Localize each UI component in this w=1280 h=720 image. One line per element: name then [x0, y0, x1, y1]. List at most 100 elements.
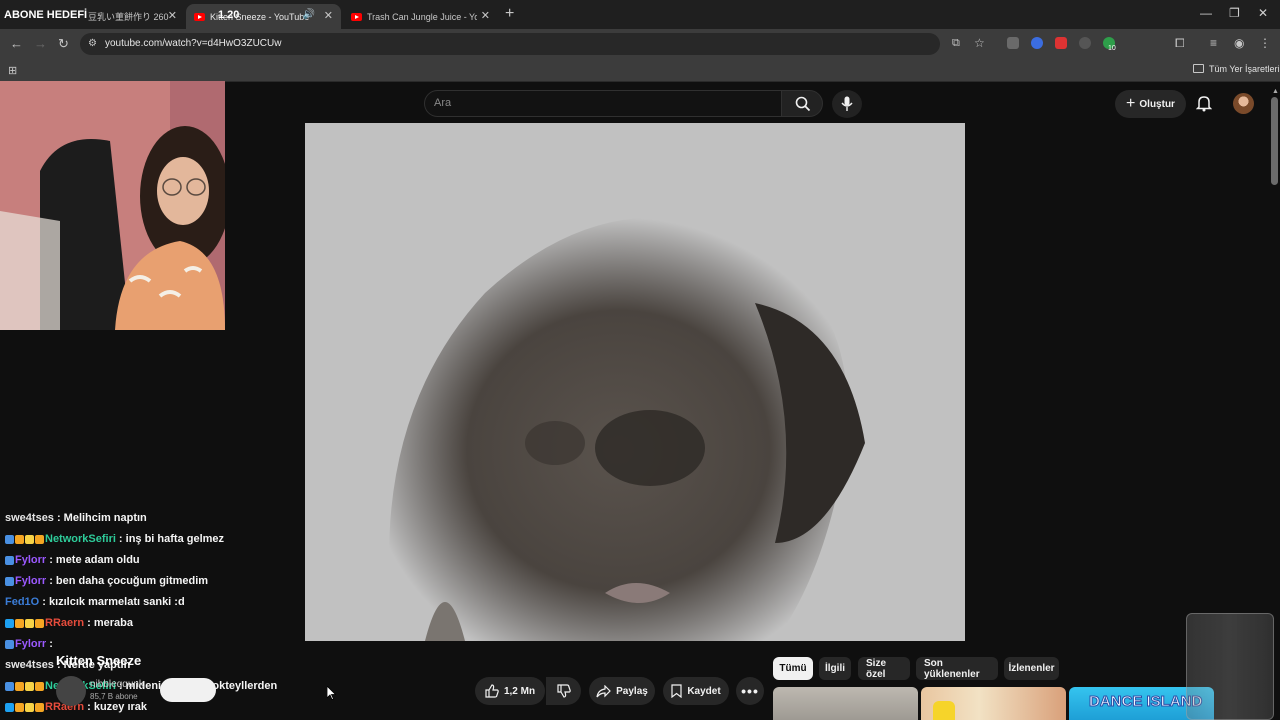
apps-grid-icon[interactable]: ⊞ [8, 64, 17, 77]
tab-2-close-icon[interactable]: ✕ [324, 9, 333, 22]
chat-text: : mete adam oldu [49, 554, 140, 566]
site-info-icon[interactable]: ⚙ [88, 38, 97, 49]
chat-badge-icon [35, 681, 44, 691]
chat-text: : [49, 638, 53, 650]
close-window-icon[interactable]: ✕ [1258, 6, 1268, 20]
chat-badge-icon [5, 681, 14, 691]
chat-badge-icon [25, 702, 34, 712]
all-bookmarks-link[interactable]: Tüm Yer İşaretleri [1209, 64, 1280, 74]
chat-badge-icon [5, 639, 14, 649]
streamer-webcam-image [0, 81, 225, 330]
chip-related[interactable]: İlgili [819, 657, 851, 680]
chat-badge-icon [15, 681, 24, 691]
subscriber-goal-label: ABONE HEDEFİ [4, 9, 88, 21]
save-button[interactable]: Kaydet [663, 677, 729, 705]
chat-message: Fed1O: kızılcık marmelatı sanki :d [5, 596, 185, 608]
extensions-puzzle-icon[interactable]: ⧠ [1175, 36, 1185, 51]
tab-3-close-icon[interactable]: ✕ [481, 9, 490, 22]
create-label: Oluştur [1139, 98, 1175, 110]
share-arrow-icon [596, 684, 611, 697]
chat-message: RRaern: meraba [5, 617, 133, 629]
save-bookmark-icon [671, 684, 682, 698]
menu-kebab-icon[interactable]: ⋮ [1259, 36, 1271, 50]
page-scrollbar-thumb[interactable] [1271, 97, 1278, 185]
chat-text: : ben daha çocuğum gitmedim [49, 575, 209, 587]
like-button[interactable]: 1,2 Mn [475, 677, 545, 705]
search-button[interactable] [781, 90, 823, 117]
tab-1-title: 豆乳い菫餅作り 260 [88, 12, 169, 22]
chat-username: Fylorr [15, 638, 47, 650]
tab-1-close-icon[interactable]: ✕ [168, 9, 177, 22]
chat-badge-icon [5, 576, 14, 586]
chip-recently-uploaded[interactable]: Son yüklenenler [916, 657, 998, 680]
tab-2[interactable]: Kitten Sneeze - YouTube 🔊 ✕ [186, 4, 341, 29]
profile-icon[interactable]: ◉ [1234, 36, 1244, 50]
extension-icon[interactable] [1007, 37, 1019, 49]
chat-badge-icon [25, 681, 34, 691]
bookmark-star-icon[interactable]: ☆ [974, 36, 985, 50]
chip-all[interactable]: Tümü [773, 657, 813, 680]
chip-for-you[interactable]: Size özel [858, 657, 910, 680]
voice-search-button[interactable] [832, 90, 862, 118]
subscribe-button[interactable] [160, 678, 216, 702]
chat-badge-icon [5, 555, 14, 565]
chat-username: Fed1O [5, 596, 40, 608]
chat-text: : inş bi hafta gelmez [118, 533, 225, 545]
channel-subscriber-count: 85,7 B abone [90, 692, 138, 701]
thumbs-up-icon [485, 684, 499, 698]
chat-text: : meraba [87, 617, 133, 629]
dislike-button[interactable] [546, 677, 581, 705]
extension-badge: 10 [1108, 45, 1116, 52]
chat-text: : kızılcık marmelatı sanki :d [42, 596, 185, 608]
video-title: Kitten Sneeze [56, 653, 142, 668]
account-avatar[interactable] [1233, 93, 1254, 114]
back-icon[interactable]: ← [10, 36, 23, 51]
recommended-video-thumbnail[interactable] [921, 687, 1066, 720]
subscriber-goal-value: 1 20 [218, 9, 240, 21]
chat-username: RRaern [45, 617, 85, 629]
url-text[interactable]: youtube.com/watch?v=d4HwO3ZUCUw [105, 38, 281, 49]
channel-avatar[interactable] [56, 676, 86, 706]
minimize-icon[interactable]: — [1200, 6, 1212, 20]
chip-watched[interactable]: İzlenenler [1004, 657, 1059, 680]
chat-text: : kuzey ırak [87, 701, 148, 713]
chat-message: Fylorr: [5, 638, 53, 650]
extension-icon[interactable] [1031, 37, 1043, 49]
share-button[interactable]: Paylaş [589, 677, 655, 705]
mouse-cursor-icon [327, 686, 336, 700]
video-frame-kitten [305, 123, 965, 641]
video-player[interactable] [305, 123, 965, 641]
tab-3-title: Trash Can Jungle Juice - YouTu [367, 11, 477, 22]
reload-icon[interactable]: ↻ [58, 36, 69, 52]
like-count: 1,2 Mn [503, 685, 536, 697]
folder-icon [1193, 64, 1204, 73]
more-actions-button[interactable]: ••• [736, 677, 764, 705]
chat-badge-icon [5, 702, 14, 712]
new-tab-button[interactable]: + [505, 5, 514, 23]
extension-icon[interactable] [1079, 37, 1091, 49]
chat-badge-icon [35, 534, 44, 544]
scroll-up-icon[interactable]: ▲ [1272, 88, 1279, 95]
youtube-favicon-icon [194, 12, 205, 21]
share-label: Paylaş [616, 685, 648, 697]
youtube-favicon-icon [351, 12, 362, 21]
streamer-webcam [0, 81, 225, 330]
media-control-icon[interactable]: ≡ [1210, 36, 1217, 50]
search-input[interactable] [424, 90, 782, 117]
search-placeholder: Ara [434, 97, 452, 109]
recommended-video-thumbnail[interactable] [773, 687, 918, 720]
tab-3[interactable]: Trash Can Jungle Juice - YouTu ✕ [343, 4, 498, 29]
extension-icon[interactable] [1055, 37, 1067, 49]
more-horizontal-icon: ••• [741, 683, 759, 699]
speaker-icon[interactable]: 🔊 [303, 9, 315, 20]
thumbs-down-icon [556, 684, 571, 698]
notifications-bell-icon[interactable] [1195, 94, 1213, 117]
channel-name[interactable]: nibbleqqunk [90, 679, 144, 690]
install-app-icon[interactable]: ⧉ [952, 37, 960, 50]
maximize-icon[interactable]: ❐ [1229, 6, 1240, 20]
chat-message: swe4tses: Melihcim naptın [5, 512, 147, 524]
chat-username: Fylorr [15, 554, 47, 566]
chat-message: NetworkSefiri: inş bi hafta gelmez [5, 533, 224, 545]
forward-icon[interactable]: → [34, 36, 47, 51]
create-button[interactable]: + Oluştur [1115, 90, 1186, 118]
